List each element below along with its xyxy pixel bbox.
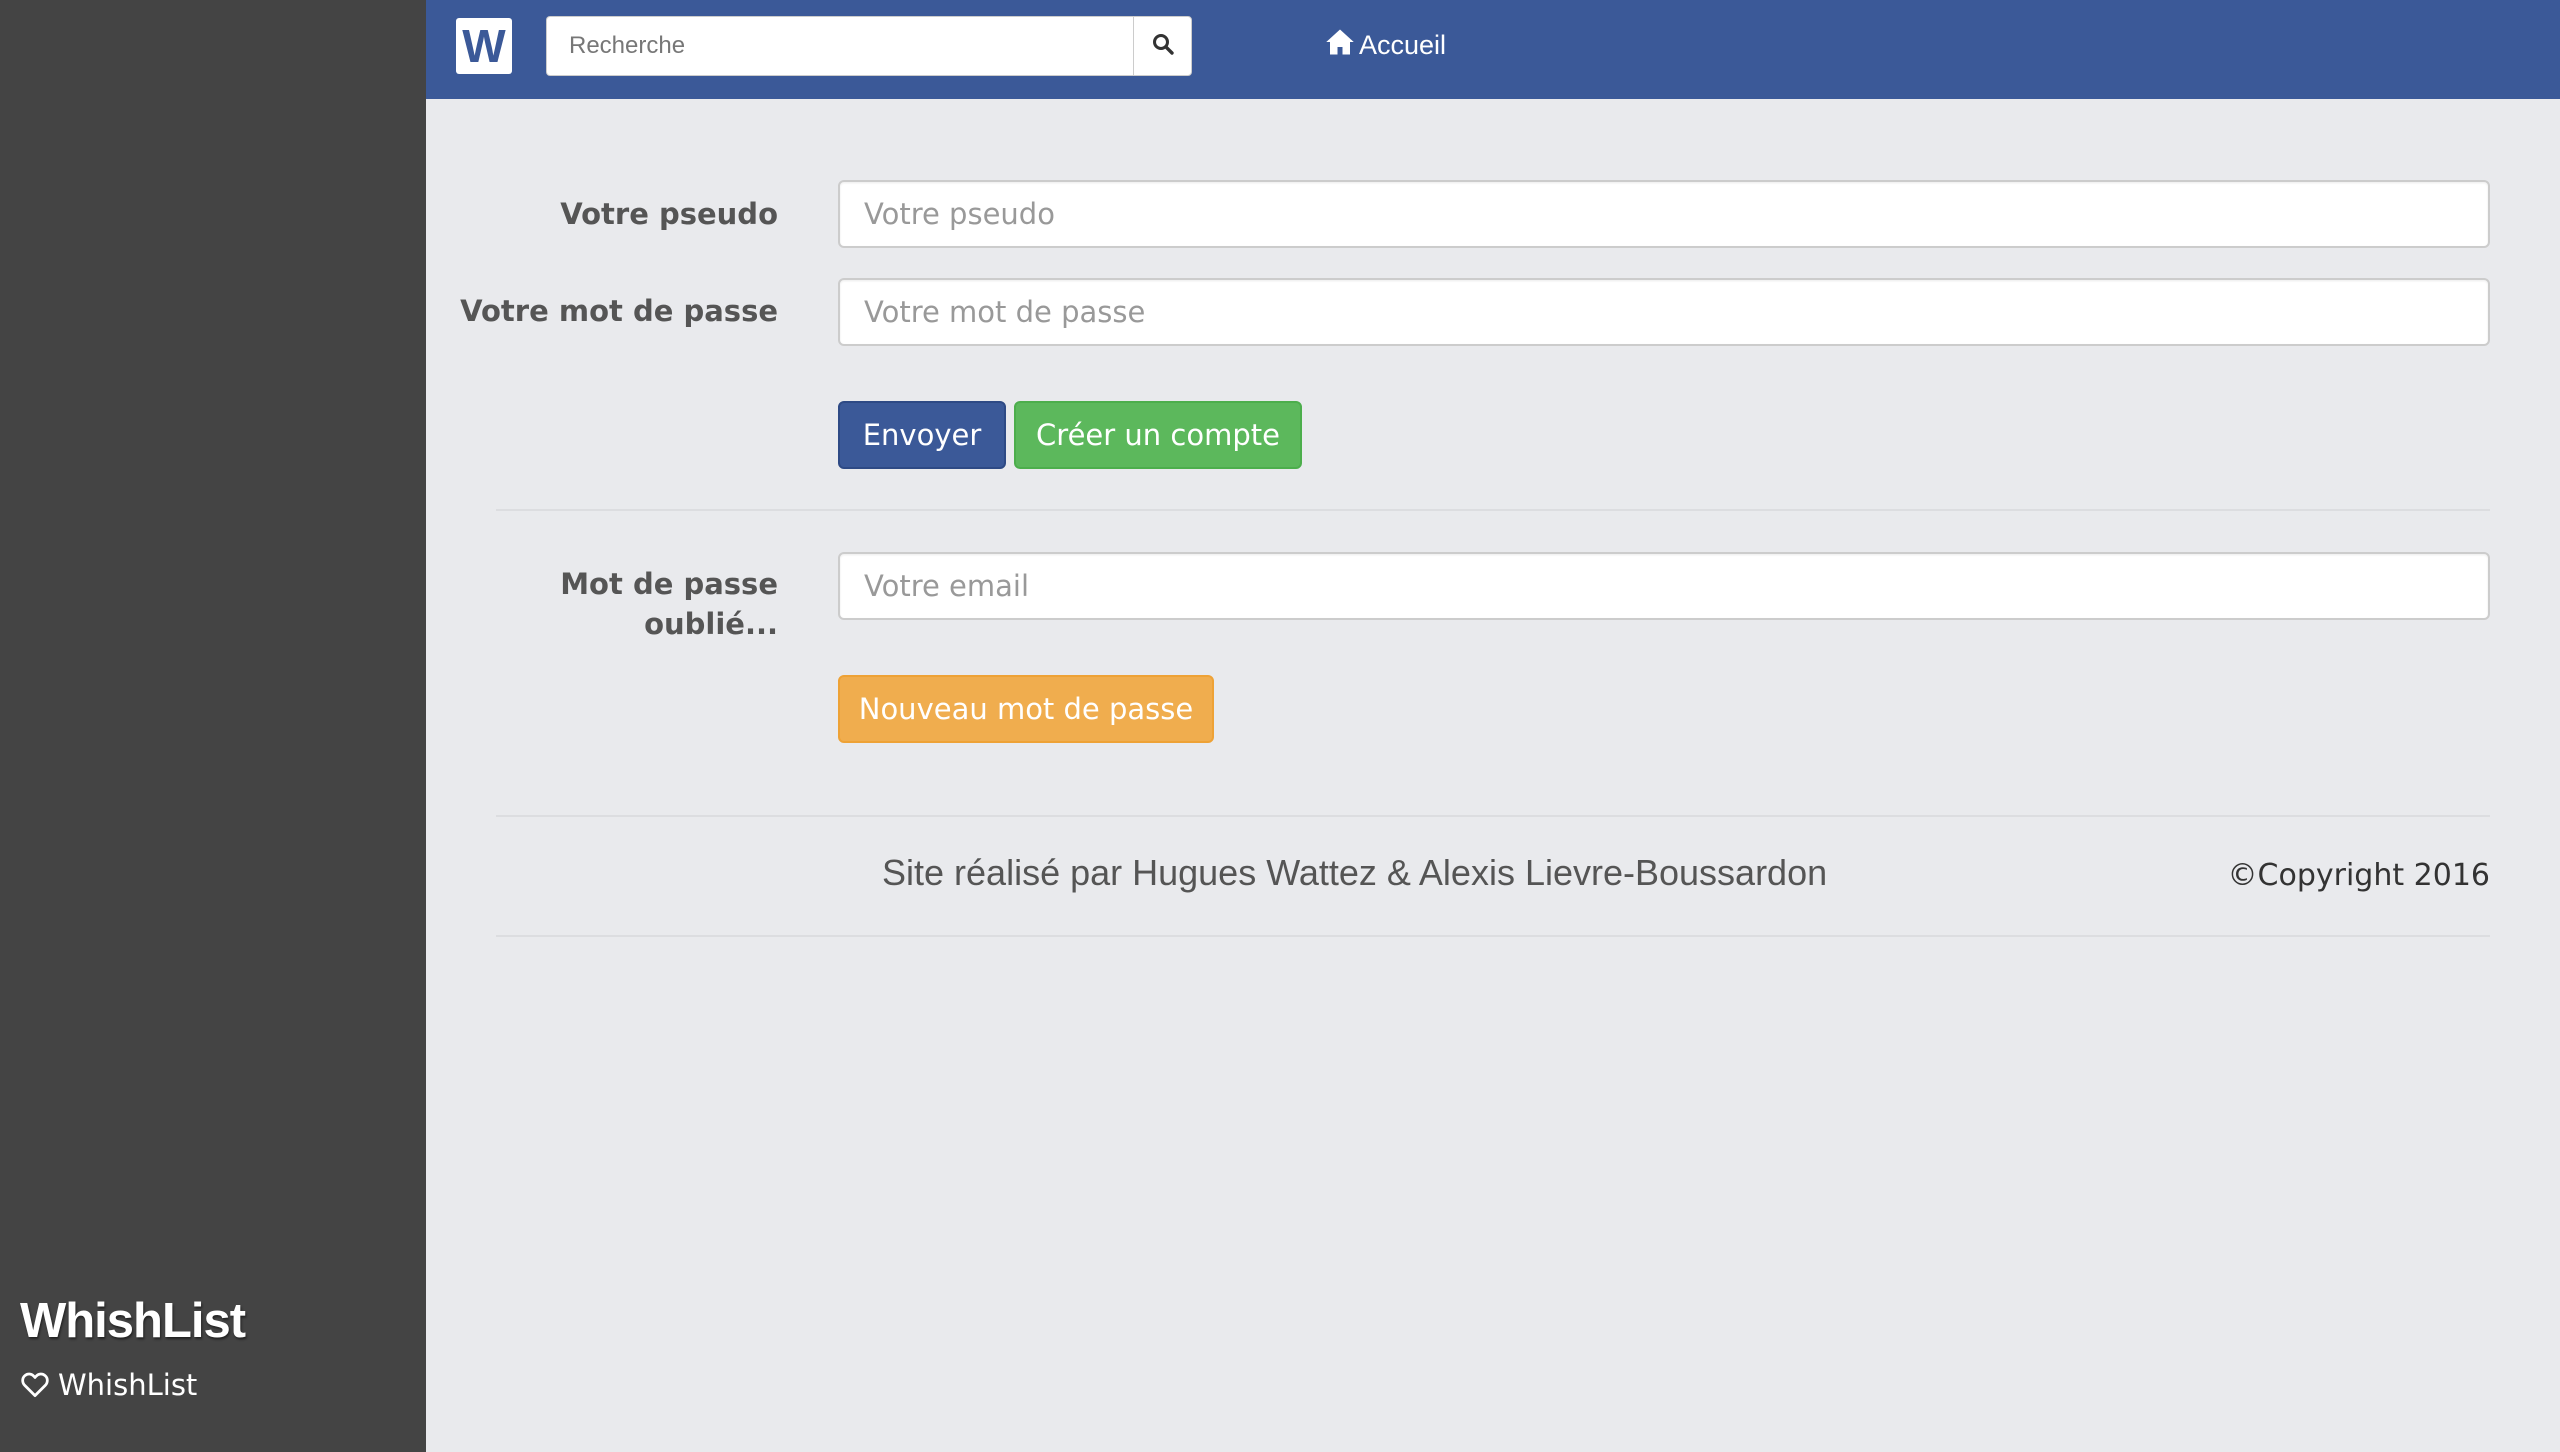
search-input[interactable] (546, 16, 1134, 76)
sidebar: WhishList WhishList (0, 0, 426, 1452)
app-logo[interactable]: W (456, 18, 512, 74)
footer-copyright: ©Copyright 2016 (2227, 858, 2490, 893)
nav-home-link[interactable]: Accueil (1325, 28, 1446, 63)
password-label: Votre mot de passe (460, 294, 778, 328)
footer-credit: Site réalisé par Hugues Wattez & Alexis … (882, 852, 1828, 893)
search-bar (546, 16, 1192, 76)
password-field[interactable] (838, 278, 2490, 346)
heart-outline-icon (20, 1370, 50, 1400)
sidebar-brand: WhishList (20, 1294, 246, 1348)
email-field[interactable] (838, 552, 2490, 620)
submit-login-button[interactable]: Envoyer (838, 401, 1006, 469)
home-icon (1325, 28, 1359, 63)
search-icon (1151, 32, 1175, 60)
create-account-button[interactable]: Créer un compte (1014, 401, 1302, 469)
pseudo-field[interactable] (838, 180, 2490, 248)
sidebar-link-label: WhishList (58, 1368, 198, 1402)
search-button[interactable] (1133, 16, 1192, 76)
home-label: Accueil (1359, 30, 1447, 60)
divider (496, 935, 2490, 937)
sidebar-whishlist-link[interactable]: WhishList (20, 1368, 197, 1402)
top-navbar: W Accueil (426, 0, 2560, 99)
forgot-password-label: Mot de passe oublié... (560, 567, 778, 641)
pseudo-label: Votre pseudo (560, 197, 778, 231)
divider (496, 509, 2490, 511)
logo-letter: W (462, 20, 506, 72)
new-password-button[interactable]: Nouveau mot de passe (838, 675, 1214, 743)
divider (496, 815, 2490, 817)
